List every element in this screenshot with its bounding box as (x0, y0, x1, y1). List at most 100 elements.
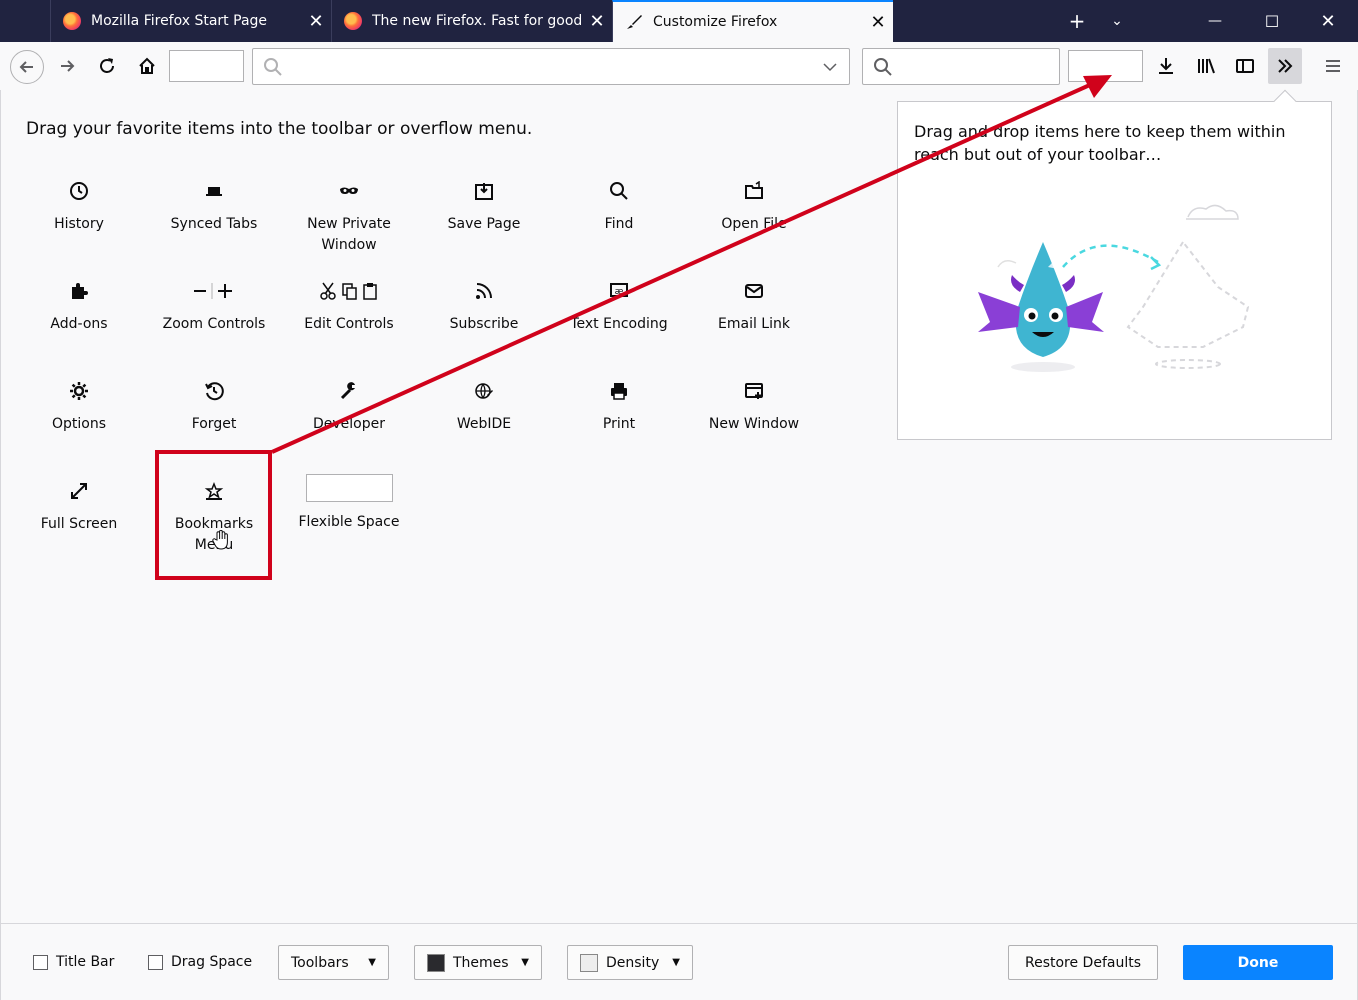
checkbox-label: Drag Space (171, 954, 253, 970)
palette-item-label: Developer (312, 416, 385, 432)
palette-item-find[interactable]: Find (559, 178, 679, 235)
sidebar-button[interactable] (1229, 50, 1261, 82)
restore-defaults-button[interactable]: Restore Defaults (1008, 945, 1158, 980)
titlebar-spacer (0, 0, 50, 42)
reload-icon (100, 58, 114, 73)
search-icon (264, 58, 282, 76)
checkbox-label: Title Bar (56, 954, 115, 970)
palette-item-webide[interactable]: WebIDE (424, 378, 544, 435)
tab-customize[interactable]: Customize Firefox ✕ (612, 0, 893, 42)
palette-item-full-screen[interactable]: Full Screen (19, 478, 139, 535)
palette-item-label: Email Link (718, 316, 790, 332)
minimize-button[interactable]: — (1198, 0, 1232, 42)
palette-item-label: Subscribe (449, 316, 519, 332)
palette-item-history[interactable]: History (19, 178, 139, 235)
gear-icon (70, 382, 88, 400)
chevron-down-icon[interactable] (823, 62, 837, 72)
tab-new-firefox[interactable]: The new Firefox. Fast for good. ✕ (331, 0, 612, 42)
fullscreen-icon (71, 483, 87, 499)
library-button[interactable] (1190, 50, 1222, 82)
palette-item-label: Options (51, 416, 107, 432)
tab-title: Mozilla Firefox Start Page (91, 13, 268, 29)
clock-icon (70, 182, 88, 200)
forward-button[interactable] (51, 50, 83, 82)
palette-item-label: Text Encoding (570, 316, 668, 332)
print-icon (611, 383, 627, 400)
density-dropdown[interactable]: Density ▼ (567, 945, 693, 980)
title-bar-checkbox[interactable]: Title Bar (33, 954, 114, 970)
drag-space-checkbox[interactable]: Drag Space (148, 954, 252, 970)
sidebar-icon (1236, 59, 1254, 73)
edit-controls-icon (320, 282, 377, 300)
palette-item-label: New Private Window (307, 216, 391, 253)
palette-item-zoom-controls[interactable]: Zoom Controls (154, 278, 274, 335)
palette-item-new-private-window[interactable]: New Private Window (289, 178, 409, 256)
checkbox-box[interactable] (148, 954, 163, 970)
checkbox-box[interactable] (33, 954, 48, 970)
dropdown-label: Themes (453, 954, 509, 971)
palette-item-label: Save Page (447, 216, 521, 232)
save-page-icon (475, 183, 493, 200)
rss-icon (476, 283, 492, 299)
toolbar-spacer-placeholder-right[interactable] (1068, 50, 1143, 82)
palette-item-label: History (54, 216, 104, 232)
customize-instruction: Drag your favorite items into the toolba… (26, 119, 533, 139)
palette-item-synced-tabs[interactable]: Synced Tabs (154, 178, 274, 235)
done-button[interactable]: Done (1183, 945, 1333, 980)
theme-preview-icon (427, 953, 445, 972)
palette-item-label: Forget (191, 416, 237, 432)
overflow-panel[interactable]: Drag and drop items here to keep them wi… (897, 89, 1332, 440)
list-all-tabs-button[interactable]: ⌄ (1102, 0, 1132, 42)
flexible-space-preview (305, 474, 393, 502)
toolbar-spacer-placeholder[interactable] (169, 50, 244, 82)
webide-icon (475, 383, 493, 399)
arrow-right-icon (61, 60, 75, 72)
palette-item-developer[interactable]: Developer (289, 378, 409, 435)
close-tab-icon[interactable]: ✕ (582, 11, 612, 32)
search-bar[interactable] (862, 48, 1060, 85)
tab-title: The new Firefox. Fast for good. (372, 13, 582, 29)
chevron-down-icon: ▼ (521, 957, 529, 968)
palette-item-label: Full Screen (40, 516, 118, 532)
palette-item-text-encoding[interactable]: æ Text Encoding (559, 278, 679, 335)
palette-item-save-page[interactable]: Save Page (424, 178, 544, 235)
close-tab-icon[interactable]: ✕ (301, 11, 331, 32)
palette-item-print[interactable]: Print (559, 378, 679, 435)
palette-item-forget[interactable]: Forget (154, 378, 274, 435)
palette-item-new-window[interactable]: New Window (694, 378, 814, 435)
downloads-button[interactable] (1150, 50, 1182, 82)
hamburger-icon (1326, 60, 1340, 72)
arrow-left-icon (19, 61, 33, 73)
palette-item-label: Synced Tabs (170, 216, 258, 232)
search-icon (610, 182, 628, 200)
overflow-menu-button[interactable] (1268, 48, 1302, 84)
palette-item-label: Open File (721, 216, 787, 232)
back-button[interactable] (10, 50, 44, 84)
palette-item-edit-controls[interactable]: Edit Controls (289, 278, 409, 335)
library-icon (1198, 58, 1215, 74)
new-window-icon (745, 383, 763, 399)
palette-item-open-file[interactable]: Open File (694, 178, 814, 235)
tab-title: Customize Firefox (653, 14, 778, 30)
download-icon (1159, 58, 1173, 74)
palette-item-email-link[interactable]: Email Link (694, 278, 814, 335)
new-tab-button[interactable]: + (1062, 0, 1092, 42)
palette-item-label: Edit Controls (304, 316, 394, 332)
reload-button[interactable] (91, 50, 123, 82)
palette-item-flexible-space[interactable]: Flexible Space (289, 474, 409, 533)
mail-icon (745, 284, 763, 298)
toolbars-dropdown[interactable]: Toolbars ▼ (278, 945, 389, 980)
url-bar[interactable] (252, 48, 850, 85)
puzzle-icon (72, 283, 88, 299)
home-button[interactable] (131, 50, 163, 82)
maximize-button[interactable]: ☐ (1255, 0, 1289, 42)
themes-dropdown[interactable]: Themes ▼ (414, 945, 542, 980)
palette-item-subscribe[interactable]: Subscribe (424, 278, 544, 335)
close-window-button[interactable]: ✕ (1311, 0, 1345, 42)
palette-item-options[interactable]: Options (19, 378, 139, 435)
palette-item-add-ons[interactable]: Add-ons (19, 278, 139, 335)
close-tab-icon[interactable]: ✕ (863, 12, 893, 33)
hamburger-menu-button[interactable] (1317, 50, 1349, 82)
overflow-panel-text: Drag and drop items here to keep them wi… (914, 122, 1286, 164)
tab-start-page[interactable]: Mozilla Firefox Start Page ✕ (50, 0, 331, 42)
